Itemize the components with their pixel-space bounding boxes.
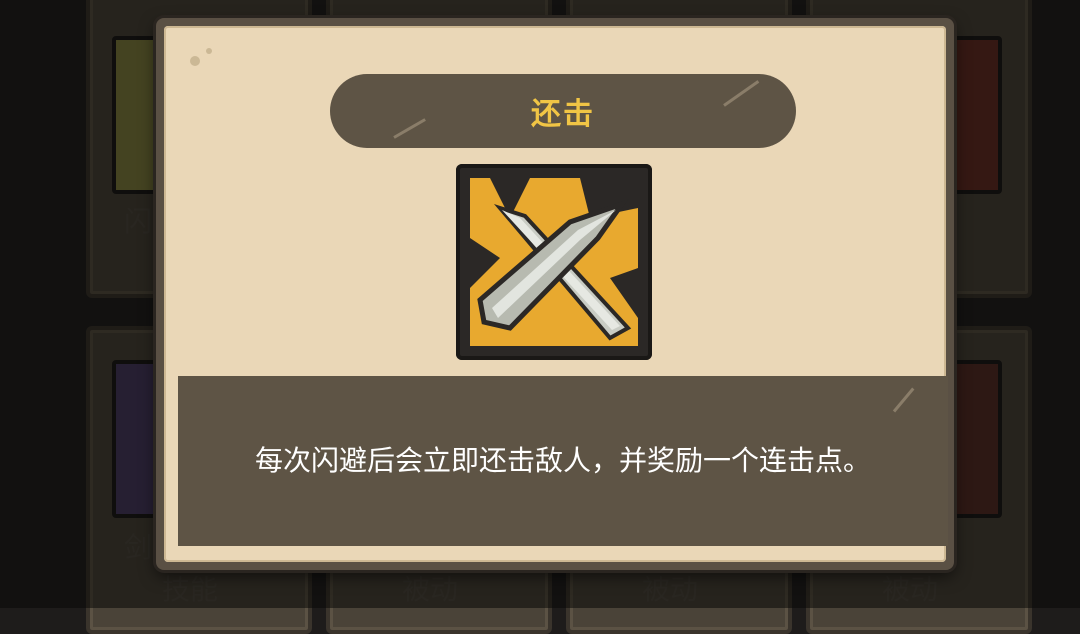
skill-detail-modal: 还击 每次闪避后会立即还击敌人，并奖励一个连击点。 (156, 18, 954, 570)
description-panel: 每次闪避后会立即还击敌人，并奖励一个连击点。 (178, 376, 948, 546)
crossed-swords-icon (470, 178, 638, 346)
decoration (206, 48, 212, 54)
parchment-panel: 还击 每次闪避后会立即还击敌人，并奖励一个连击点。 (164, 26, 948, 562)
title-banner: 还击 (330, 74, 796, 148)
skill-description: 每次闪避后会立即还击敌人，并奖励一个连击点。 (254, 444, 871, 477)
skill-title: 还击 (531, 97, 595, 132)
decoration (190, 56, 200, 66)
skill-icon-frame (456, 164, 652, 360)
